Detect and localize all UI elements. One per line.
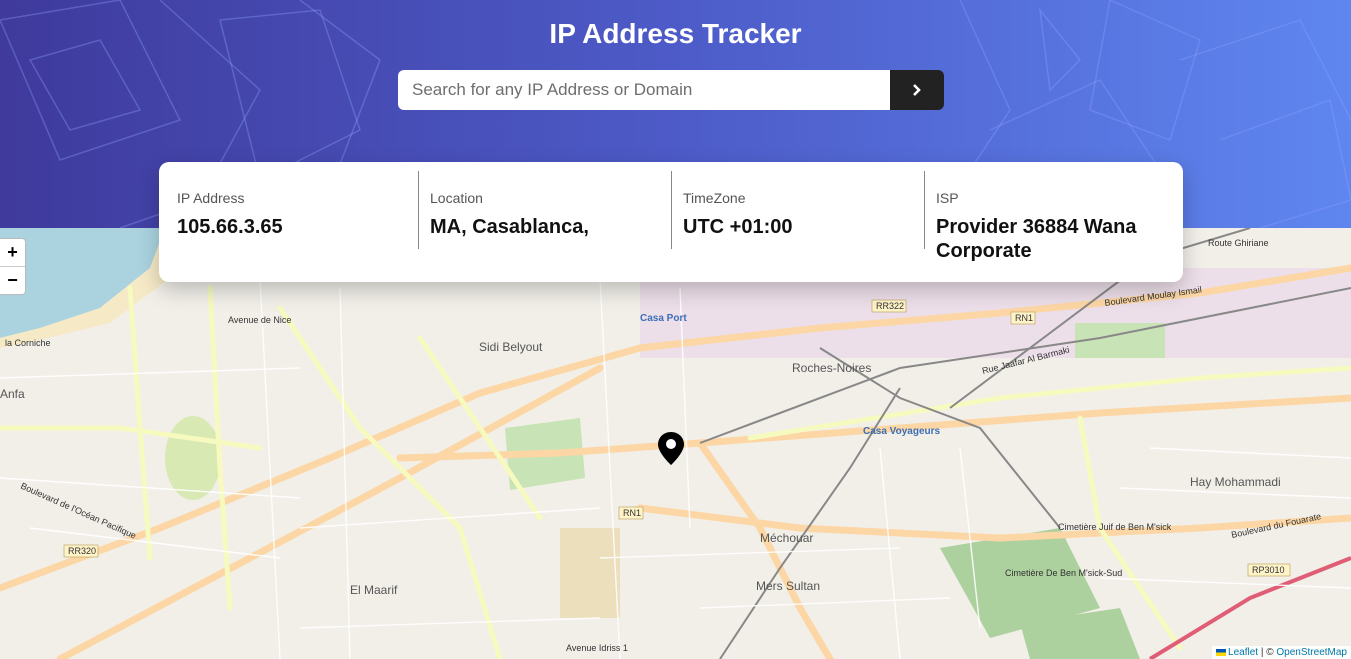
timezone-label: TimeZone [683,190,746,206]
district-label: Sidi Belyout [479,340,543,354]
search-input[interactable] [398,70,890,110]
road-label-rp3010: RP3010 [1252,565,1285,575]
road-label-rn1: RN1 [623,508,641,518]
timezone-value: UTC +01:00 [683,216,793,238]
street-label: Boulevard de l'Océan Pacifique [19,481,138,541]
ip-address-label: IP Address [177,190,245,206]
road-label-rr322: RR322 [876,301,904,311]
ip-info-card: IP Address 105.66.3.65 Location MA, Casa… [159,162,1183,282]
zoom-control: + − [0,238,26,295]
openstreetmap-link[interactable]: OpenStreetMap [1276,647,1347,658]
ip-address-value: 105.66.3.65 [177,216,283,238]
district-label: Méchouar [760,531,813,545]
isp-label: ISP [936,190,959,206]
zoom-out-button[interactable]: − [0,266,25,294]
poi-label: Cimetière De Ben M'sick-Sud [1005,568,1122,578]
station-label: Casa Voyageurs [863,426,941,437]
location-value: MA, Casablanca, [430,216,589,238]
street-label: Avenue Idriss 1 [566,643,628,653]
location-pin-icon[interactable] [657,431,685,467]
zoom-in-button[interactable]: + [0,239,25,266]
street-label: la Corniche [5,338,51,348]
location-label: Location [430,190,483,206]
isp-value: Provider 36884 Wana Corporate [936,216,1137,262]
district-label: El Maarif [350,583,398,597]
map-attribution: Leaflet | © OpenStreetMap [1212,646,1351,659]
search-form [398,70,944,110]
ip-address-section: IP Address 105.66.3.65 [165,162,418,282]
poi-label: Cimetière Juif de Ben M'sick [1058,522,1172,532]
leaflet-link[interactable]: Leaflet [1228,647,1258,658]
street-label: Route Ghiriane [1208,238,1269,248]
page-title: IP Address Tracker [549,18,802,49]
road-label-rr320: RR320 [68,546,96,556]
timezone-section: TimeZone UTC +01:00 [671,162,924,282]
road-label-rn1: RN1 [1015,313,1033,323]
district-label: Mers Sultan [756,579,820,593]
station-label: Casa Port [640,313,687,324]
chevron-right-icon [913,84,921,96]
district-label: Hay Mohammadi [1190,475,1281,489]
search-submit-button[interactable] [890,70,944,110]
street-label: Avenue de Nice [228,315,291,325]
district-label: Anfa [0,387,25,401]
attribution-separator: | © [1258,647,1277,658]
district-label: Roches-Noires [792,361,871,375]
location-section: Location MA, Casablanca, [418,162,671,282]
isp-section: ISP Provider 36884 Wana Corporate [924,162,1177,282]
ukraine-flag-icon [1216,649,1227,656]
